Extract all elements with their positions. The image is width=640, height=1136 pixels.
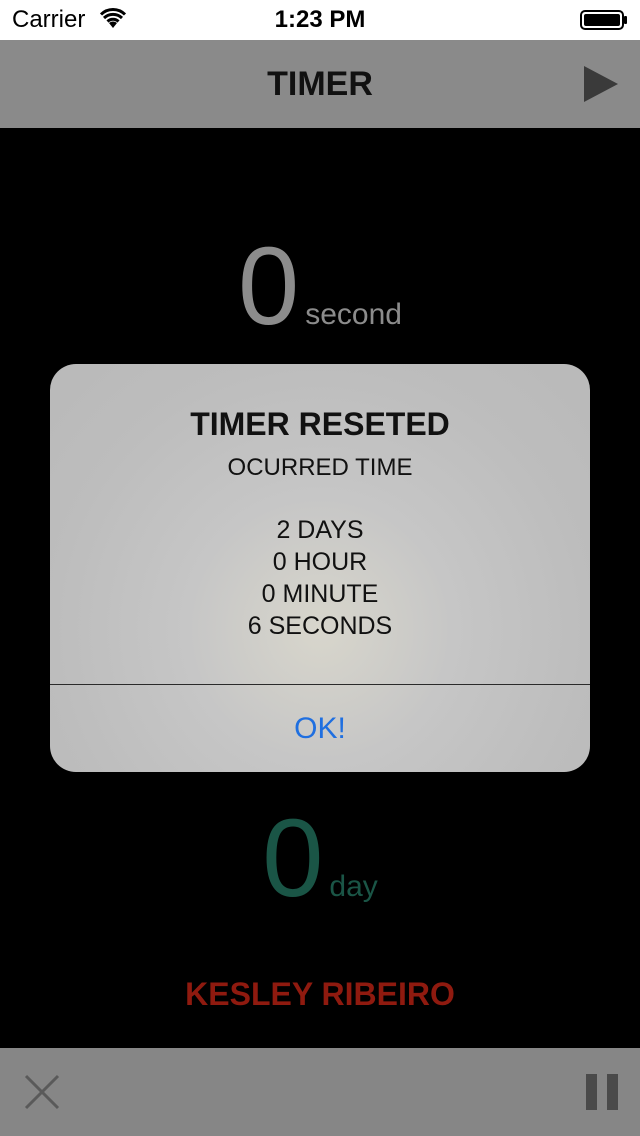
- nav-title: TIMER: [267, 65, 373, 103]
- alert-line-days: 2 DAYS: [276, 516, 364, 544]
- bottom-toolbar: [0, 1048, 640, 1136]
- alert-subtitle: OCURRED TIME: [227, 454, 413, 481]
- alert-line-minutes: 0 MINUTE: [261, 580, 379, 608]
- battery-full-icon: [580, 10, 627, 30]
- seconds-counter: 0 second: [0, 232, 640, 342]
- seconds-unit: second: [305, 298, 402, 331]
- nav-bar: TIMER: [0, 40, 640, 128]
- days-counter: 0 day: [0, 804, 640, 914]
- alert-ok-button[interactable]: OK!: [50, 685, 590, 772]
- pause-icon[interactable]: [584, 1070, 620, 1114]
- days-unit: day: [329, 870, 378, 903]
- play-icon[interactable]: [578, 62, 622, 106]
- days-value: 0: [262, 797, 324, 920]
- alert-line-seconds: 6 SECONDS: [247, 612, 393, 640]
- alert-dialog: TIMER RESETED OCURRED TIME 2 DAYS 0 HOUR…: [50, 364, 590, 772]
- author-name: KESLEY RIBEIRO: [185, 976, 455, 1012]
- alert-title: TIMER RESETED: [190, 406, 450, 442]
- close-icon[interactable]: [22, 1072, 62, 1112]
- alert-message: 2 DAYS 0 HOUR 0 MINUTE 6 SECONDS: [50, 514, 590, 642]
- seconds-value: 0: [238, 225, 300, 348]
- status-time: 1:23 PM: [274, 6, 366, 33]
- alert-line-hours: 0 HOUR: [272, 548, 368, 576]
- status-bar: Carrier 1:23 PM: [0, 0, 640, 40]
